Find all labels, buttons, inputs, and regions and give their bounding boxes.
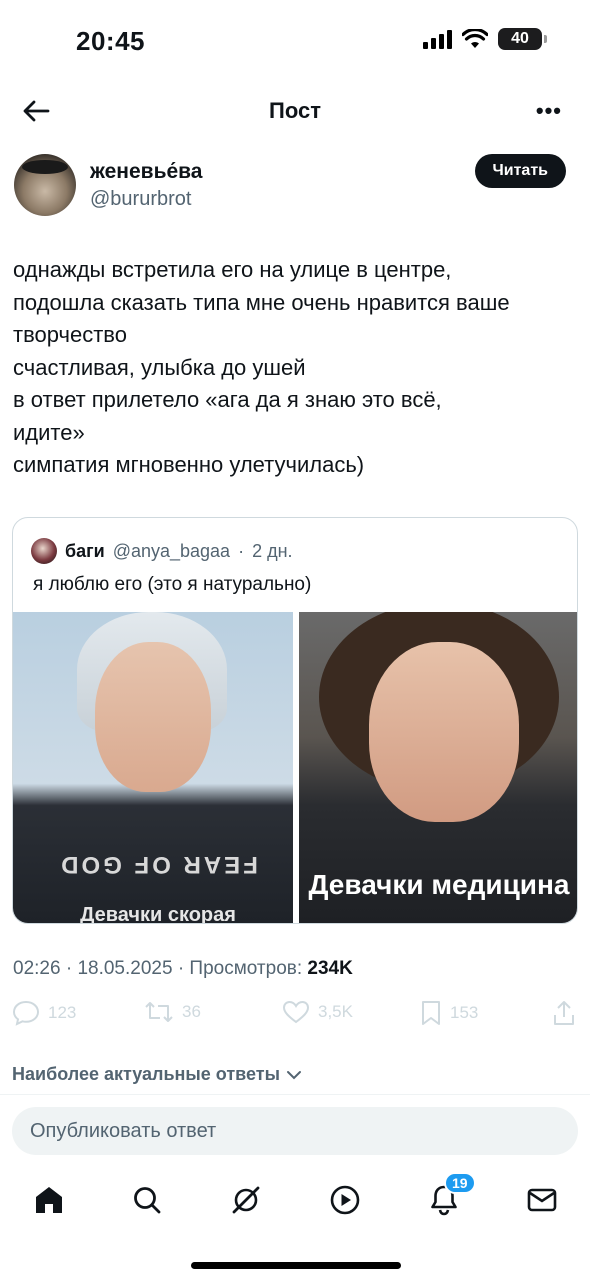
tweet-line: однажды встретила его на улице в центре, [13,257,452,282]
reply-button[interactable]: 123 [12,1000,76,1026]
tweet-line: творчество [13,322,127,347]
tweet-line: в ответ прилетело «ага да я знаю это всё… [13,387,442,412]
status-time: 20:45 [76,26,145,56]
status-icons: 40 [423,28,547,50]
follow-button[interactable]: Читать [474,154,566,188]
bookmark-icon [422,1001,440,1025]
like-button[interactable]: 3,5K [282,1000,353,1024]
reply-count: 123 [48,1003,77,1022]
post-header: Пост ••• [0,86,590,136]
tweet-actions: 123 36 3,5K 153 [12,1000,578,1034]
nav-messages[interactable] [524,1182,560,1218]
photo-right-caption: Девачки медицина [308,869,570,900]
views-label: Просмотров: [189,958,303,979]
quote-photo-right[interactable]: Девачки медицина [299,612,577,923]
home-indicator[interactable] [191,1262,401,1269]
photo-left-caption: Девачки скорая [80,904,236,924]
retweet-button[interactable]: 36 [144,1000,201,1024]
share-icon [554,1001,574,1025]
grok-icon [232,1186,260,1214]
heart-icon [282,1000,310,1024]
notifications-badge: 19 [444,1172,476,1194]
mail-icon [527,1188,557,1212]
tweet-line: идите» [13,419,85,445]
bookmark-button[interactable]: 153 [420,1000,478,1026]
author-name[interactable]: женевье́ва [90,160,202,184]
nav-grok[interactable] [228,1182,264,1218]
tweet-line: симпатия мгновенно улетучилась) [13,452,365,477]
quote-separator: · [238,540,245,561]
share-button[interactable] [552,1000,576,1026]
reply-icon [12,1000,40,1026]
tweet-meta: 02:26 · 18.05.2025 · Просмотров: 234K [13,958,353,979]
quote-text: я люблю его (это я натурально) [33,574,312,595]
wifi-icon [462,29,488,48]
author-row: женевье́ва @bururbrot Читать [14,154,576,218]
quoted-tweet-card[interactable]: баги @anya_bagaa · 2 дн. я люблю его (эт… [12,517,578,924]
retweet-count: 36 [182,1002,201,1021]
status-bar: 20:45 40 [0,0,590,80]
quote-author-handle: @anya_bagaa [112,540,231,561]
avatar[interactable] [14,154,76,216]
search-icon [134,1187,161,1214]
tweet-line: счастливая, улыбка до ушей [13,354,306,380]
reply-input[interactable]: Опубликовать ответ [12,1107,578,1155]
replies-sort-label: Наиболее актуальные ответы [12,1064,280,1084]
home-icon [36,1187,62,1213]
page-title: Пост [269,98,321,123]
replies-sort-dropdown[interactable]: Наиболее актуальные ответы [12,1064,302,1085]
tweet-line: подошла сказать типа мне очень нравится … [13,289,510,315]
quote-avatar [31,538,57,564]
quote-author-name: баги [65,540,105,561]
play-icon [330,1185,360,1215]
battery-icon: 40 [498,28,547,50]
quote-photo-left[interactable]: FEAR OF GOD Девачки скорая [13,612,293,924]
divider [0,1094,590,1095]
retweet-icon [145,1002,173,1022]
bookmark-count: 153 [450,1003,479,1022]
bottom-nav: 19 [0,1170,590,1230]
tweet-date: 18.05.2025 [77,958,173,979]
more-options-button[interactable]: ••• [536,98,562,124]
tweet-text: однажды встретила его на улице в центре,… [13,254,583,482]
battery-level: 40 [511,30,529,47]
nav-notifications[interactable]: 19 [426,1172,476,1218]
cellular-signal-icon [423,29,452,49]
nav-home[interactable] [31,1182,67,1218]
author-handle[interactable]: @bururbrot [90,188,191,211]
shirt-print: FEAR OF GOD [58,851,258,878]
like-count: 3,5K [318,1002,353,1021]
quote-timestamp: 2 дн. [252,540,293,561]
reply-placeholder: Опубликовать ответ [30,1119,217,1142]
views-count[interactable]: 234K [307,958,352,979]
tweet-time: 02:26 [13,958,61,979]
chevron-down-icon [286,1070,301,1079]
nav-video[interactable] [327,1182,363,1218]
nav-search[interactable] [129,1182,165,1218]
quote-header: баги @anya_bagaa · 2 дн. [31,536,293,566]
